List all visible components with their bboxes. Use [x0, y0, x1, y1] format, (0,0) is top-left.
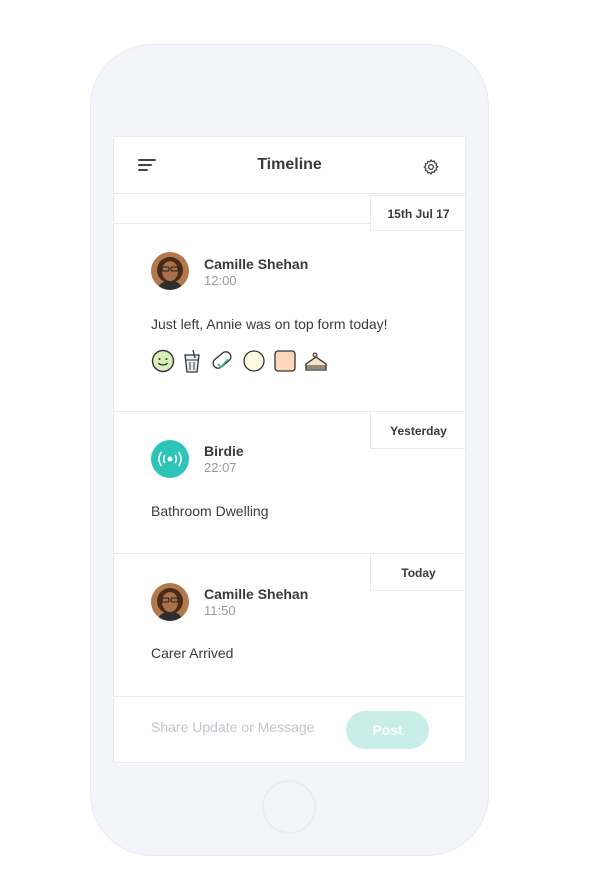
square-icon — [274, 350, 296, 372]
composer: Post — [114, 696, 465, 762]
post-message: Bathroom Dwelling — [151, 503, 269, 519]
post-time: 11:50 — [204, 603, 236, 618]
post-message: Just left, Annie was on top form today! — [151, 316, 388, 332]
page-title: Timeline — [257, 156, 322, 173]
person-avatar — [151, 583, 189, 621]
person-avatar — [151, 252, 189, 290]
post-time: 12:00 — [204, 273, 237, 288]
sensor-avatar — [151, 440, 189, 478]
author-name: Camille Shehan — [204, 256, 309, 272]
post-message: Carer Arrived — [151, 645, 234, 661]
share-update-input[interactable] — [151, 719, 336, 735]
drink-icon — [184, 349, 200, 373]
post-time: 22:07 — [204, 460, 237, 475]
date-label: Yesterday — [370, 411, 465, 449]
author-name: Birdie — [204, 443, 244, 459]
mood-icons — [151, 349, 328, 375]
author-name: Camille Shehan — [204, 586, 309, 602]
app-screen: Timeline 15th Jul 17 Camille Shehan 12:0… — [113, 136, 466, 763]
medication-icon — [212, 351, 232, 369]
gear-icon[interactable] — [422, 158, 440, 176]
circle-icon — [243, 350, 265, 372]
smiley-icon — [151, 349, 175, 373]
header: Timeline — [114, 137, 465, 194]
home-button[interactable] — [262, 780, 316, 834]
cake-icon — [305, 352, 327, 371]
post-button[interactable]: Post — [346, 711, 429, 749]
date-label: 15th Jul 17 — [370, 195, 465, 231]
date-label: Today — [370, 553, 465, 591]
